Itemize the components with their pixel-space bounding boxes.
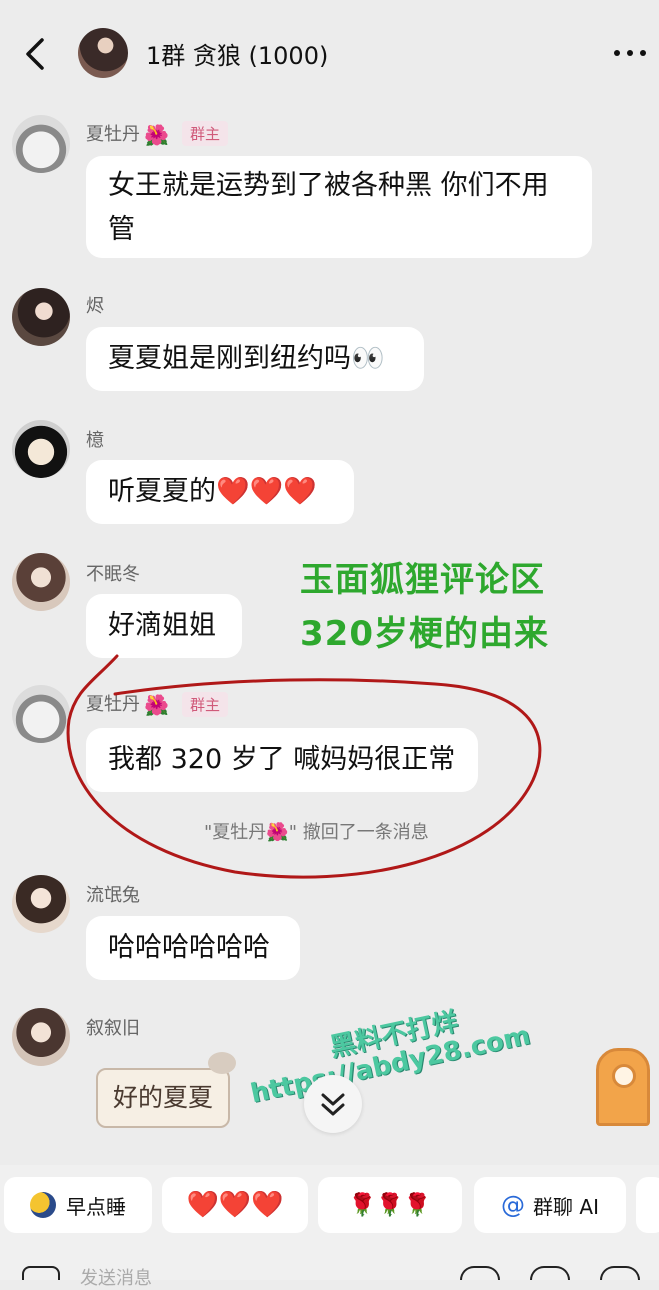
message-input-row: 发送消息 (0, 1262, 659, 1289)
message-text: 管 (108, 214, 135, 245)
quick-chip-partial[interactable] (636, 1177, 659, 1233)
chat-header: 1群 贪狼 (1000) (0, 0, 659, 105)
voice-icon[interactable] (22, 1266, 60, 1280)
message-bubble[interactable]: 女王就是运势到了被各种黑 你们不用 管 (86, 156, 592, 258)
sender-name: 烬 (86, 296, 104, 317)
message-bubble[interactable]: 夏夏姐是刚到纽约吗👀 (86, 327, 424, 391)
quick-chip-hearts[interactable]: ❤️❤️❤️ (162, 1177, 308, 1233)
emoji-icon[interactable] (460, 1266, 500, 1280)
avatar[interactable] (12, 875, 70, 933)
moon-icon (30, 1192, 56, 1218)
back-chevron-icon[interactable] (16, 34, 56, 74)
sender-name: 夏牡丹 🌺 (86, 123, 169, 147)
double-chevron-down-icon (321, 1093, 345, 1116)
message-bubble[interactable]: 哈哈哈哈哈哈 (86, 916, 300, 980)
message-text: 女王就是运势到了被各种黑 你们不用 (108, 170, 549, 201)
at-icon: @ (501, 1191, 526, 1219)
avatar[interactable] (12, 288, 70, 346)
plus-icon[interactable] (600, 1266, 640, 1280)
scroll-down-button[interactable] (304, 1075, 362, 1133)
flower-icon: 🌺 (144, 123, 169, 147)
sticker-message[interactable]: 好的夏夏 (96, 1068, 230, 1128)
avatar-cartoon[interactable] (12, 420, 70, 478)
avatar[interactable] (12, 1008, 70, 1066)
sender-name: 檍 (86, 430, 104, 451)
message-bubble[interactable]: 好滴姐姐 (86, 594, 242, 658)
rabbit-sticker-icon (208, 1052, 236, 1074)
overlay-caption-line1: 玉面狐狸评论区 (300, 560, 545, 600)
message-input[interactable]: 发送消息 (80, 1264, 152, 1290)
sticker-icon[interactable] (530, 1266, 570, 1280)
chat-title: 1群 贪狼 (1000) (146, 42, 329, 70)
more-dots-icon[interactable] (612, 44, 648, 64)
avatar[interactable] (12, 553, 70, 611)
sender-name: 叙叙旧 (86, 1018, 140, 1039)
door-entry-icon[interactable] (596, 1048, 650, 1126)
red-circle-annotation (66, 654, 542, 879)
quick-chip-roses[interactable]: 🌹🌹🌹 (318, 1177, 462, 1233)
message-bubble[interactable]: 听夏夏的❤️❤️❤️ (86, 460, 354, 524)
overlay-caption-line2: 320岁梗的由来 (300, 614, 549, 654)
quick-chip-sleep[interactable]: 早点睡 (4, 1177, 152, 1233)
sender-name: 流氓兔 (86, 885, 140, 906)
owner-badge: 群主 (182, 121, 229, 146)
quick-chip-group-ai[interactable]: @ 群聊 AI (474, 1177, 626, 1233)
sender-name: 不眠冬 (86, 564, 140, 585)
avatar-cat[interactable] (12, 115, 70, 173)
group-avatar[interactable] (78, 28, 128, 78)
message-text: 听夏夏的❤️❤️❤️ (108, 476, 317, 507)
